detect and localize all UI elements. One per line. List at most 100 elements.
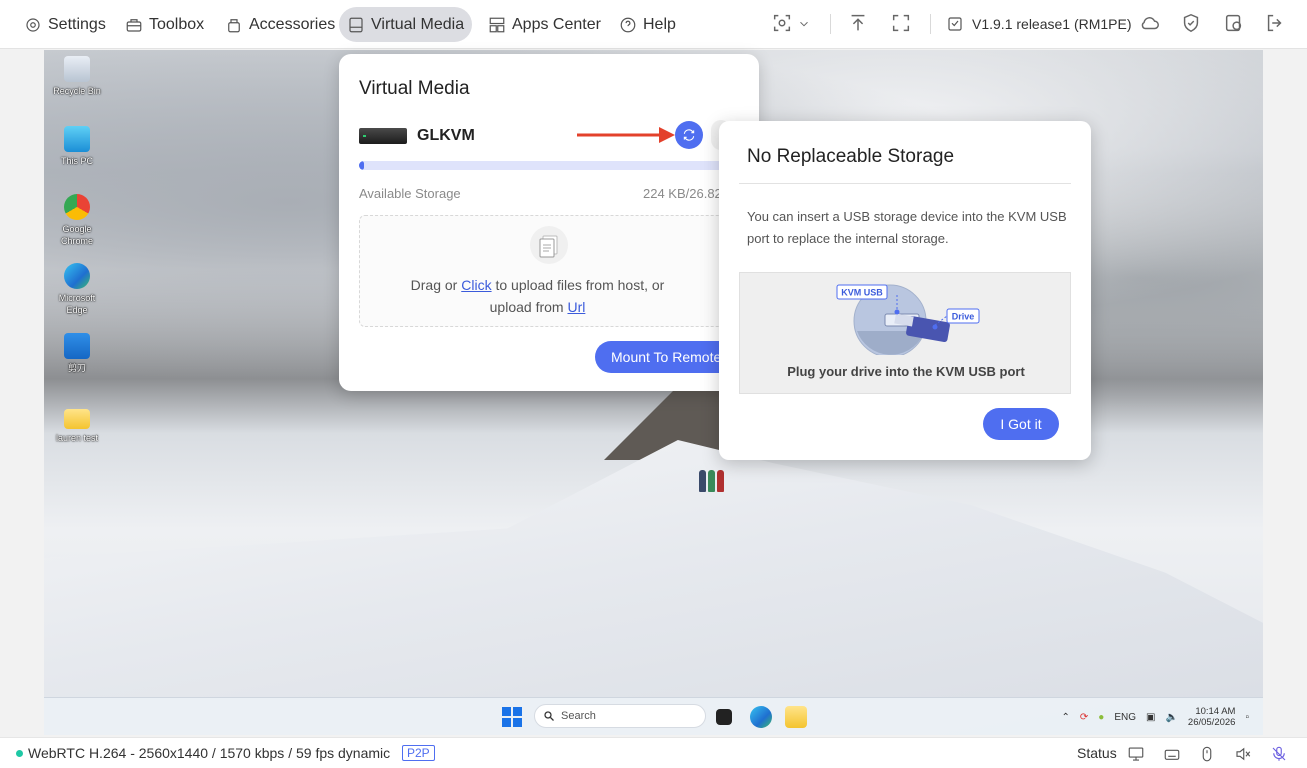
volume-icon[interactable]: 🔈 (1165, 712, 1177, 723)
fullscreen-icon (892, 14, 910, 32)
p2p-badge: P2P (402, 745, 435, 761)
accessories-icon (228, 18, 240, 32)
notification-icon[interactable]: ▫ (1245, 712, 1249, 723)
language-indicator[interactable]: ENG (1114, 712, 1136, 723)
arrow-up-to-line-icon (851, 14, 865, 31)
task-view-icon[interactable] (716, 709, 732, 725)
file-explorer-icon[interactable] (785, 706, 807, 728)
mouse-icon (1202, 746, 1212, 762)
desktop-icon-label: This PC (60, 156, 93, 166)
monitor-icon (1128, 747, 1144, 761)
display-status-button[interactable] (1127, 745, 1145, 763)
desktop-icon-edge[interactable]: Microsoft Edge (48, 263, 106, 316)
network-icon[interactable]: ▣ (1146, 712, 1155, 723)
virtual-media-panel: Virtual Media GLKVM Available Storage 22… (339, 54, 759, 391)
url-upload-link[interactable]: Url (567, 299, 585, 315)
taskbar-clock[interactable]: 10:14 AM 26/05/2026 (1188, 706, 1236, 728)
security-tray-icon[interactable]: ● (1098, 712, 1104, 723)
edge-taskbar-icon[interactable] (750, 706, 772, 728)
desktop-icon-folder[interactable]: lauren test (48, 403, 106, 444)
refresh-icon (683, 129, 695, 141)
firmware-version[interactable]: V1.9.1 release1 (RM1PE) (946, 12, 1132, 36)
logout-icon (1267, 14, 1282, 32)
upload-button[interactable] (847, 12, 871, 36)
cloud-button[interactable] (1139, 12, 1163, 36)
mouse-status-button[interactable] (1198, 745, 1216, 763)
upload-text-line2: upload from (489, 299, 568, 315)
i-got-it-button[interactable]: I Got it (983, 408, 1059, 440)
nav-help[interactable]: Help (611, 7, 684, 42)
nav-toolbox-label: Toolbox (149, 15, 205, 33)
status-button[interactable]: Status (1077, 745, 1117, 761)
computer-icon (64, 126, 90, 152)
microphone-off-icon (1272, 746, 1286, 761)
virtual-media-title: Virtual Media (359, 78, 470, 99)
windows-start-icon[interactable] (502, 707, 522, 727)
status-bar: WebRTC H.264 - 2560x1440 / 1570 kbps / 5… (0, 737, 1307, 768)
desktop-icon-scissors[interactable]: 剪刀 (48, 333, 106, 374)
folder-icon (64, 409, 90, 429)
kvm-usb-illus-label: KVM USB (841, 288, 883, 298)
wallpaper-snow (44, 440, 1263, 735)
speaker-mute-icon (1236, 747, 1251, 761)
connection-status-dot (16, 750, 23, 757)
upload-text-mid: to upload files from host, or (491, 277, 665, 293)
storage-value: 224 KB/26.82 (643, 186, 722, 201)
capture-mode-dropdown[interactable] (771, 12, 813, 36)
logout-button[interactable] (1264, 12, 1288, 36)
nav-help-label: Help (643, 15, 676, 33)
help-icon (620, 17, 636, 32)
keyboard-icon (1164, 749, 1180, 760)
annotation-arrow-icon (577, 127, 675, 143)
popover-title: No Replaceable Storage (747, 146, 955, 167)
drive-illus-label: Drive (952, 312, 975, 322)
storage-progress-fill (359, 161, 364, 170)
storage-label: Available Storage (359, 186, 461, 201)
desktop-icon-recycle-bin[interactable]: Recycle Bin (48, 56, 106, 97)
storage-progress-bar (359, 161, 739, 170)
nav-virtual-media[interactable]: Virtual Media (339, 7, 473, 42)
upload-text-prefix: Drag or (410, 277, 462, 293)
clock-time: 10:14 AM (1195, 706, 1236, 717)
firmware-icon (948, 17, 962, 31)
upload-dropzone[interactable]: Drag or Click to upload files from host,… (359, 215, 739, 327)
desktop-icon-chrome[interactable]: Google Chrome (48, 194, 106, 247)
cloud-icon (1141, 17, 1159, 30)
desktop-icon-label: Google Chrome (60, 224, 93, 246)
security-button[interactable] (1180, 12, 1204, 36)
desktop-icon-this-pc[interactable]: This PC (48, 126, 106, 167)
audio-status-button[interactable] (1234, 745, 1252, 763)
connection-info: WebRTC H.264 - 2560x1440 / 1570 kbps / 5… (28, 745, 391, 761)
system-tray: ⌃ ⟳ ● ENG ▣ 🔈 10:14 AM 26/05/2026 ▫ (1062, 704, 1250, 730)
chevron-up-icon[interactable]: ⌃ (1062, 712, 1070, 723)
switch-storage-button[interactable] (675, 121, 703, 149)
usb-port-illustration: KVM USB Drive (836, 284, 980, 355)
sync-icon[interactable]: ⟳ (1080, 712, 1088, 723)
nav-accessories-label: Accessories (249, 15, 336, 33)
wallpaper-climbers (699, 470, 735, 496)
history-icon (1225, 14, 1242, 32)
disk-icon (349, 17, 363, 32)
file-upload-icon (530, 226, 568, 264)
nav-accessories[interactable]: Accessories (217, 7, 343, 42)
desktop-icon-label: Microsoft Edge (58, 293, 96, 315)
nav-toolbox[interactable]: Toolbox (117, 7, 212, 42)
chevron-down-icon (800, 21, 808, 27)
apps-icon (489, 17, 505, 32)
taskbar-search-label: Search (561, 710, 596, 722)
desktop-icon-label: lauren test (55, 433, 99, 443)
nav-settings[interactable]: Settings (16, 7, 114, 42)
edge-icon (64, 263, 90, 289)
app-shortcut-icon (64, 333, 90, 359)
microphone-status-button[interactable] (1270, 745, 1288, 763)
session-button[interactable] (1223, 12, 1247, 36)
click-upload-link[interactable]: Click (461, 277, 491, 293)
taskbar-search[interactable]: Search (534, 704, 706, 728)
fullscreen-button[interactable] (890, 12, 914, 36)
shield-check-icon (1183, 13, 1199, 33)
recycle-bin-icon (64, 56, 90, 82)
keyboard-status-button[interactable] (1163, 745, 1181, 763)
nav-apps-center[interactable]: Apps Center (480, 7, 609, 42)
search-icon (544, 711, 554, 721)
drive-icon (359, 128, 407, 144)
